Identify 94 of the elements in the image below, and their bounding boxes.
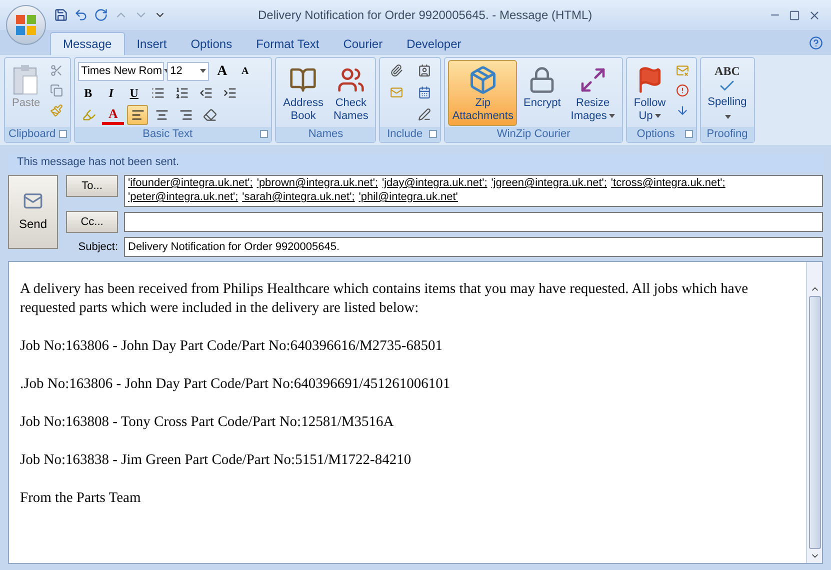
body-paragraph: From the Parts Team [20, 489, 142, 508]
font-size-field[interactable]: 12 [167, 62, 210, 81]
bullet-list-icon [150, 86, 165, 100]
to-button[interactable]: To... [66, 175, 118, 197]
group-label: Include [387, 129, 423, 140]
ribbon-tab[interactable]: Format Text [244, 32, 332, 55]
subject-field[interactable]: Delivery Notification for Order 9920005645. [124, 237, 823, 257]
shrink-font-button[interactable]: A [235, 62, 256, 81]
align-button[interactable] [127, 105, 148, 125]
envelope-icon [23, 191, 43, 211]
group-label: Options [636, 129, 675, 140]
pen-icon [418, 108, 431, 120]
body-paragraph: Job No:163806 - John Day Part Code/Part No:640396616/M2735-68501 [20, 337, 444, 356]
exclamation-icon [676, 84, 689, 96]
ribbon-button[interactable]: Address Book [279, 60, 328, 126]
body-paragraph: A delivery has been received from Philips Healthcare which contains items that you may have requested. All jobs which have requested parts which were included in the delivery are listed below: [20, 280, 750, 318]
recipient-link[interactable]: 'sarah@integra.uk.net'; [242, 191, 355, 205]
cc-field[interactable] [124, 212, 823, 232]
save-icon[interactable] [54, 8, 68, 22]
caret-icon [654, 114, 661, 118]
padlock-icon [528, 66, 556, 94]
address-book-icon [289, 66, 318, 94]
ribbon-button[interactable]: Zip Attachments [448, 60, 518, 126]
numbered-list-icon [174, 86, 189, 100]
caret-icon [608, 114, 615, 118]
scrollbar[interactable] [806, 262, 822, 563]
eraser-icon [202, 108, 217, 122]
caret-icon [725, 114, 732, 119]
copy-icon [50, 84, 64, 96]
envelope-icon [390, 86, 403, 98]
info-bar: This message has not been sent. [7, 153, 824, 172]
highlighter-icon [82, 108, 96, 122]
undo-icon[interactable] [74, 8, 88, 22]
italic-button[interactable]: I [101, 84, 122, 102]
logo-icon [14, 13, 38, 37]
outdent-icon [198, 86, 213, 100]
ribbon-button[interactable]: ABC Spelling [704, 60, 751, 126]
help-icon[interactable] [809, 36, 823, 50]
send-button[interactable]: Send [8, 175, 58, 249]
ribbon-tab[interactable]: Developer [394, 32, 474, 55]
recipient-link[interactable]: 'pbrown@integra.uk.net'; [256, 177, 378, 191]
alignment-icon [130, 108, 145, 122]
calendar-icon [418, 86, 431, 98]
cc-button[interactable]: Cc... [66, 211, 118, 233]
recipient-link[interactable]: 'tcross@integra.uk.net'; [610, 177, 726, 191]
scissors-icon [50, 64, 64, 76]
body-paragraph: Job No:163838 - Jim Green Part Code/Part No:5151/M1722-84210 [20, 451, 412, 470]
office-button[interactable] [6, 5, 46, 45]
ribbon-tab[interactable]: Courier [331, 32, 395, 55]
maximize-icon[interactable] [789, 10, 800, 20]
recipient-link[interactable]: 'jday@integra.uk.net'; [382, 177, 488, 191]
bold-button[interactable]: B [78, 84, 98, 102]
paintbrush-icon [50, 104, 64, 116]
caret-icon [200, 69, 206, 74]
recipient-link[interactable]: 'ifounder@integra.uk.net'; [128, 177, 253, 191]
group-label: Proofing [706, 129, 748, 140]
close-icon[interactable] [808, 8, 821, 22]
ribbon-button[interactable]: Encrypt [519, 60, 565, 126]
paperclip-icon [390, 64, 403, 76]
envelope-icon [676, 64, 689, 76]
dialog-launcher-icon[interactable] [684, 130, 693, 138]
group-label: Clipboard [8, 129, 56, 140]
ribbon-button[interactable]: Resize Images [566, 60, 619, 126]
to-field[interactable]: 'ifounder@integra.uk.net'; 'pbrown@integra.uk.net'; 'jday@integra.uk.net'; 'jgreen@integra.uk.net'; 'tcross@integra.uk.net'; 'peter@integra.uk.net'; 'sarah@integra.uk.net'; 'phil@integra.uk.net' [124, 175, 823, 207]
subject-label: Subject: [77, 240, 118, 255]
body-paragraph: Job No:163808 - Tony Cross Part Code/Part No:12581/M3516A [20, 413, 395, 432]
ribbon-tab[interactable]: Insert [124, 32, 179, 55]
group-label: WinZip Courier [496, 129, 570, 140]
dialog-launcher-icon[interactable] [429, 130, 438, 138]
group-label: Names [308, 129, 344, 140]
dialog-launcher-icon[interactable] [260, 130, 268, 138]
down-arrow-icon [676, 104, 689, 116]
grow-font-button[interactable]: A [212, 62, 232, 81]
alignment-icon [154, 108, 169, 122]
card-icon [418, 64, 431, 76]
ribbon-button[interactable]: Follow Up [630, 60, 670, 126]
redo-icon[interactable] [94, 8, 108, 22]
indent-icon [222, 86, 237, 100]
dialog-launcher-icon[interactable] [59, 130, 68, 138]
ribbon-button[interactable]: Check Names [330, 60, 372, 126]
recipient-link[interactable]: 'peter@integra.uk.net'; [128, 191, 238, 205]
alignment-icon [178, 108, 193, 122]
clipboard-icon [13, 64, 40, 96]
body-paragraph: .Job No:163806 - John Day Part Code/Part No:640396691/451261006101 [20, 375, 452, 394]
ribbon-tab[interactable]: Options [178, 32, 244, 55]
resize-icon [578, 66, 607, 94]
recipient-link[interactable]: 'jgreen@integra.uk.net'; [491, 177, 607, 191]
window-title: Delivery Notification for Order 9920005645. - Message (HTML) [258, 9, 592, 21]
scroll-thumb[interactable] [808, 296, 820, 549]
recipient-link[interactable]: 'phil@integra.uk.net' [358, 191, 458, 205]
ribbon-tab[interactable]: Message [50, 32, 125, 55]
group-label: Basic Text [142, 129, 193, 140]
underline-button[interactable]: U [124, 84, 144, 102]
font-name-field[interactable]: Times New Rom [78, 62, 164, 81]
